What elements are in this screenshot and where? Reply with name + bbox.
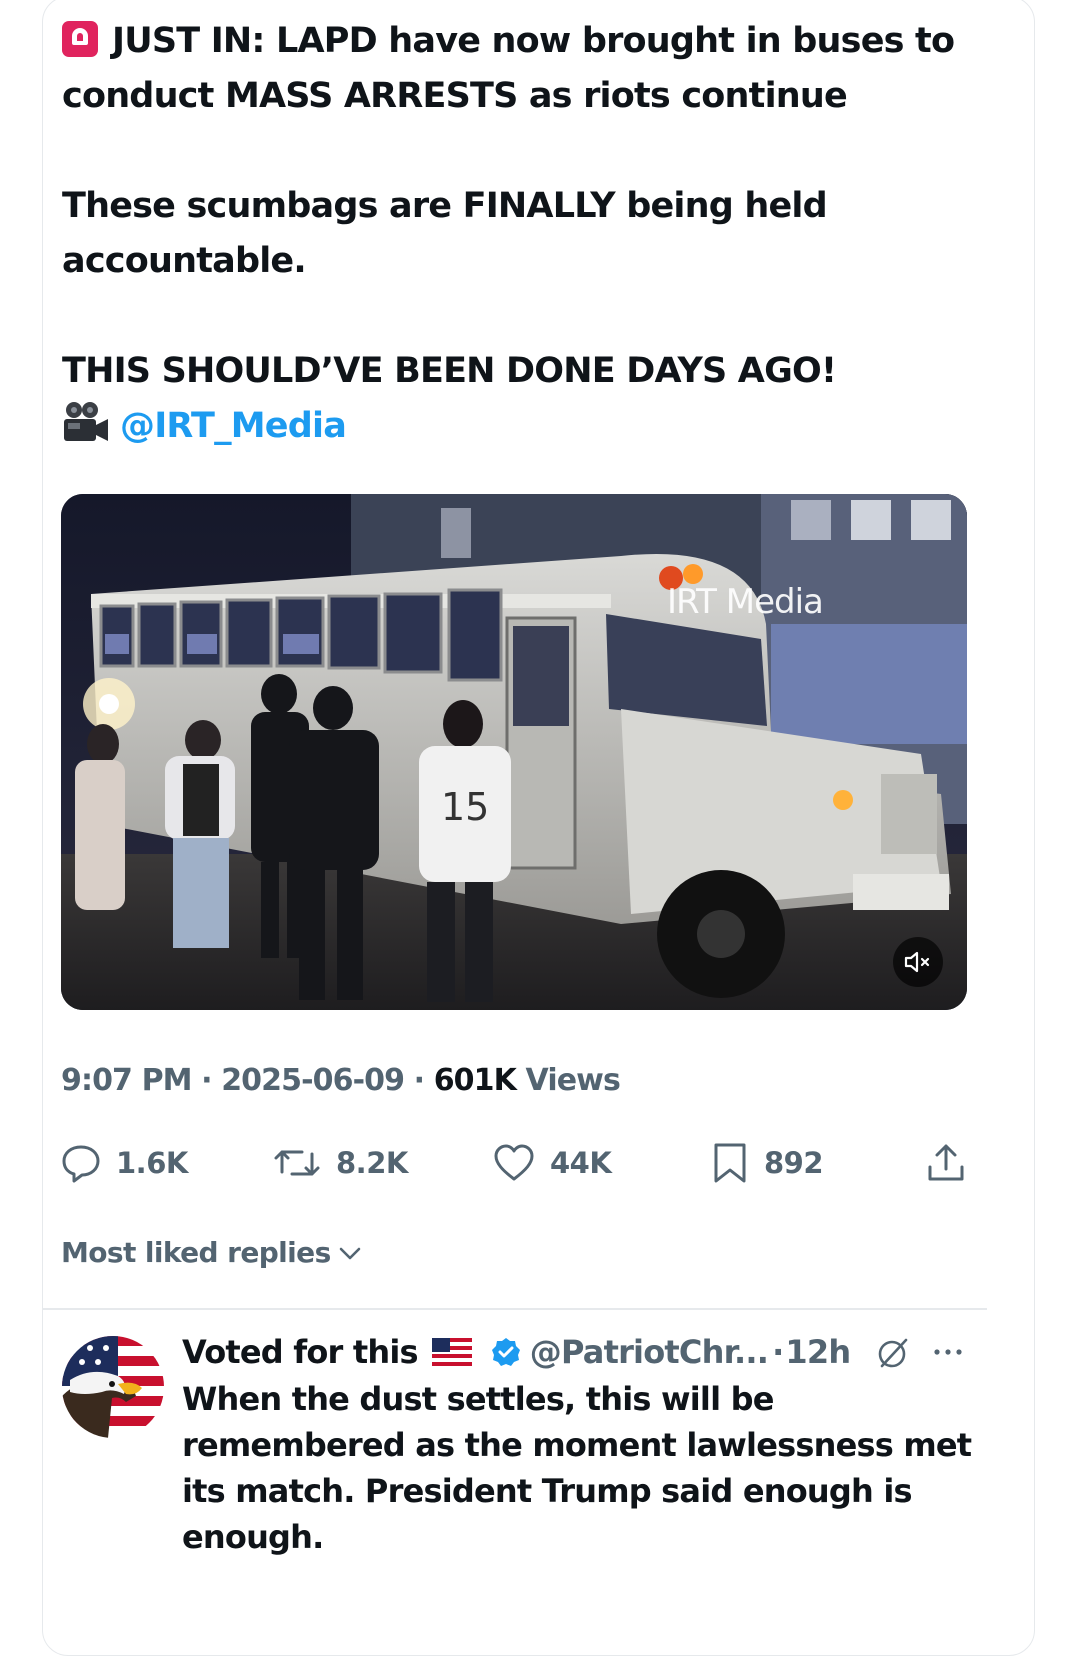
- reply-count: 1.6K: [116, 1146, 188, 1180]
- mute-button[interactable]: [893, 937, 943, 987]
- share-button[interactable]: [925, 1138, 967, 1188]
- like-button[interactable]: 44K: [492, 1138, 612, 1188]
- reply-handle[interactable]: @PatriotChr...: [530, 1333, 769, 1371]
- siren-icon: [62, 21, 98, 57]
- reply-icon: [62, 1145, 100, 1183]
- verified-badge-icon: [491, 1338, 520, 1366]
- like-icon: [494, 1144, 534, 1181]
- tweet-line-3: THIS SHOULD’VE BEEN DONE DAYS AGO!: [62, 351, 837, 391]
- mute-icon: [904, 951, 930, 973]
- eagle-flag-avatar-image: [62, 1336, 164, 1438]
- repost-count: 8.2K: [336, 1146, 408, 1180]
- share-icon: [928, 1144, 964, 1181]
- reply-header: Voted for this @PatriotChr... · 12h: [182, 1330, 982, 1374]
- tweet-meta: 9:07 PM · 2025-06-09 · 601K Views: [61, 1063, 621, 1098]
- reply-time-separator: ·: [772, 1333, 784, 1371]
- mention-link[interactable]: @IRT_Media: [120, 406, 347, 446]
- more-icon[interactable]: [930, 1340, 966, 1364]
- bookmark-button[interactable]: 892: [710, 1138, 824, 1188]
- video-frame: 15: [61, 494, 967, 1010]
- tweet-video[interactable]: 15 IRT Media: [61, 494, 967, 1010]
- tweet-text: JUST IN: LAPD have now brought in buses …: [62, 14, 1022, 454]
- reply-display-name[interactable]: Voted for this: [182, 1333, 419, 1371]
- video-watermark: IRT Media: [667, 582, 824, 622]
- reply-time[interactable]: 12h: [785, 1333, 851, 1371]
- meta-separator: ·: [191, 1063, 222, 1098]
- bookmark-icon: [714, 1143, 746, 1183]
- views-count: 601K: [433, 1063, 517, 1098]
- reply-text: When the dust settles, this will be reme…: [182, 1380, 972, 1556]
- movie-camera-icon: [64, 402, 108, 441]
- reply-button[interactable]: 1.6K: [60, 1138, 188, 1188]
- tweet-line-2: These scumbags are FINALLY being held ac…: [62, 186, 828, 281]
- repost-button[interactable]: 8.2K: [272, 1138, 408, 1188]
- action-bar: 1.6K 8.2K 44K 892: [0, 1138, 1079, 1188]
- chevron-down-icon: [339, 1247, 360, 1259]
- divider: [42, 1308, 987, 1310]
- replies-sort-label: Most liked replies: [61, 1236, 331, 1269]
- tweet-time[interactable]: 9:07 PM: [61, 1063, 193, 1098]
- replies-sort-dropdown[interactable]: Most liked replies: [61, 1236, 363, 1269]
- views-label: Views: [525, 1063, 621, 1098]
- svg-text:15: 15: [441, 785, 489, 829]
- meta-separator: ·: [404, 1063, 434, 1098]
- repost-icon: [274, 1150, 320, 1176]
- tweet-date[interactable]: 2025-06-09: [221, 1063, 405, 1098]
- like-count: 44K: [550, 1146, 612, 1180]
- tweet-line-1: JUST IN: LAPD have now brought in buses …: [62, 21, 955, 116]
- us-flag-icon: [431, 1338, 472, 1366]
- avatar[interactable]: [62, 1336, 164, 1438]
- grok-icon[interactable]: [876, 1336, 910, 1370]
- bookmark-count: 892: [764, 1146, 824, 1180]
